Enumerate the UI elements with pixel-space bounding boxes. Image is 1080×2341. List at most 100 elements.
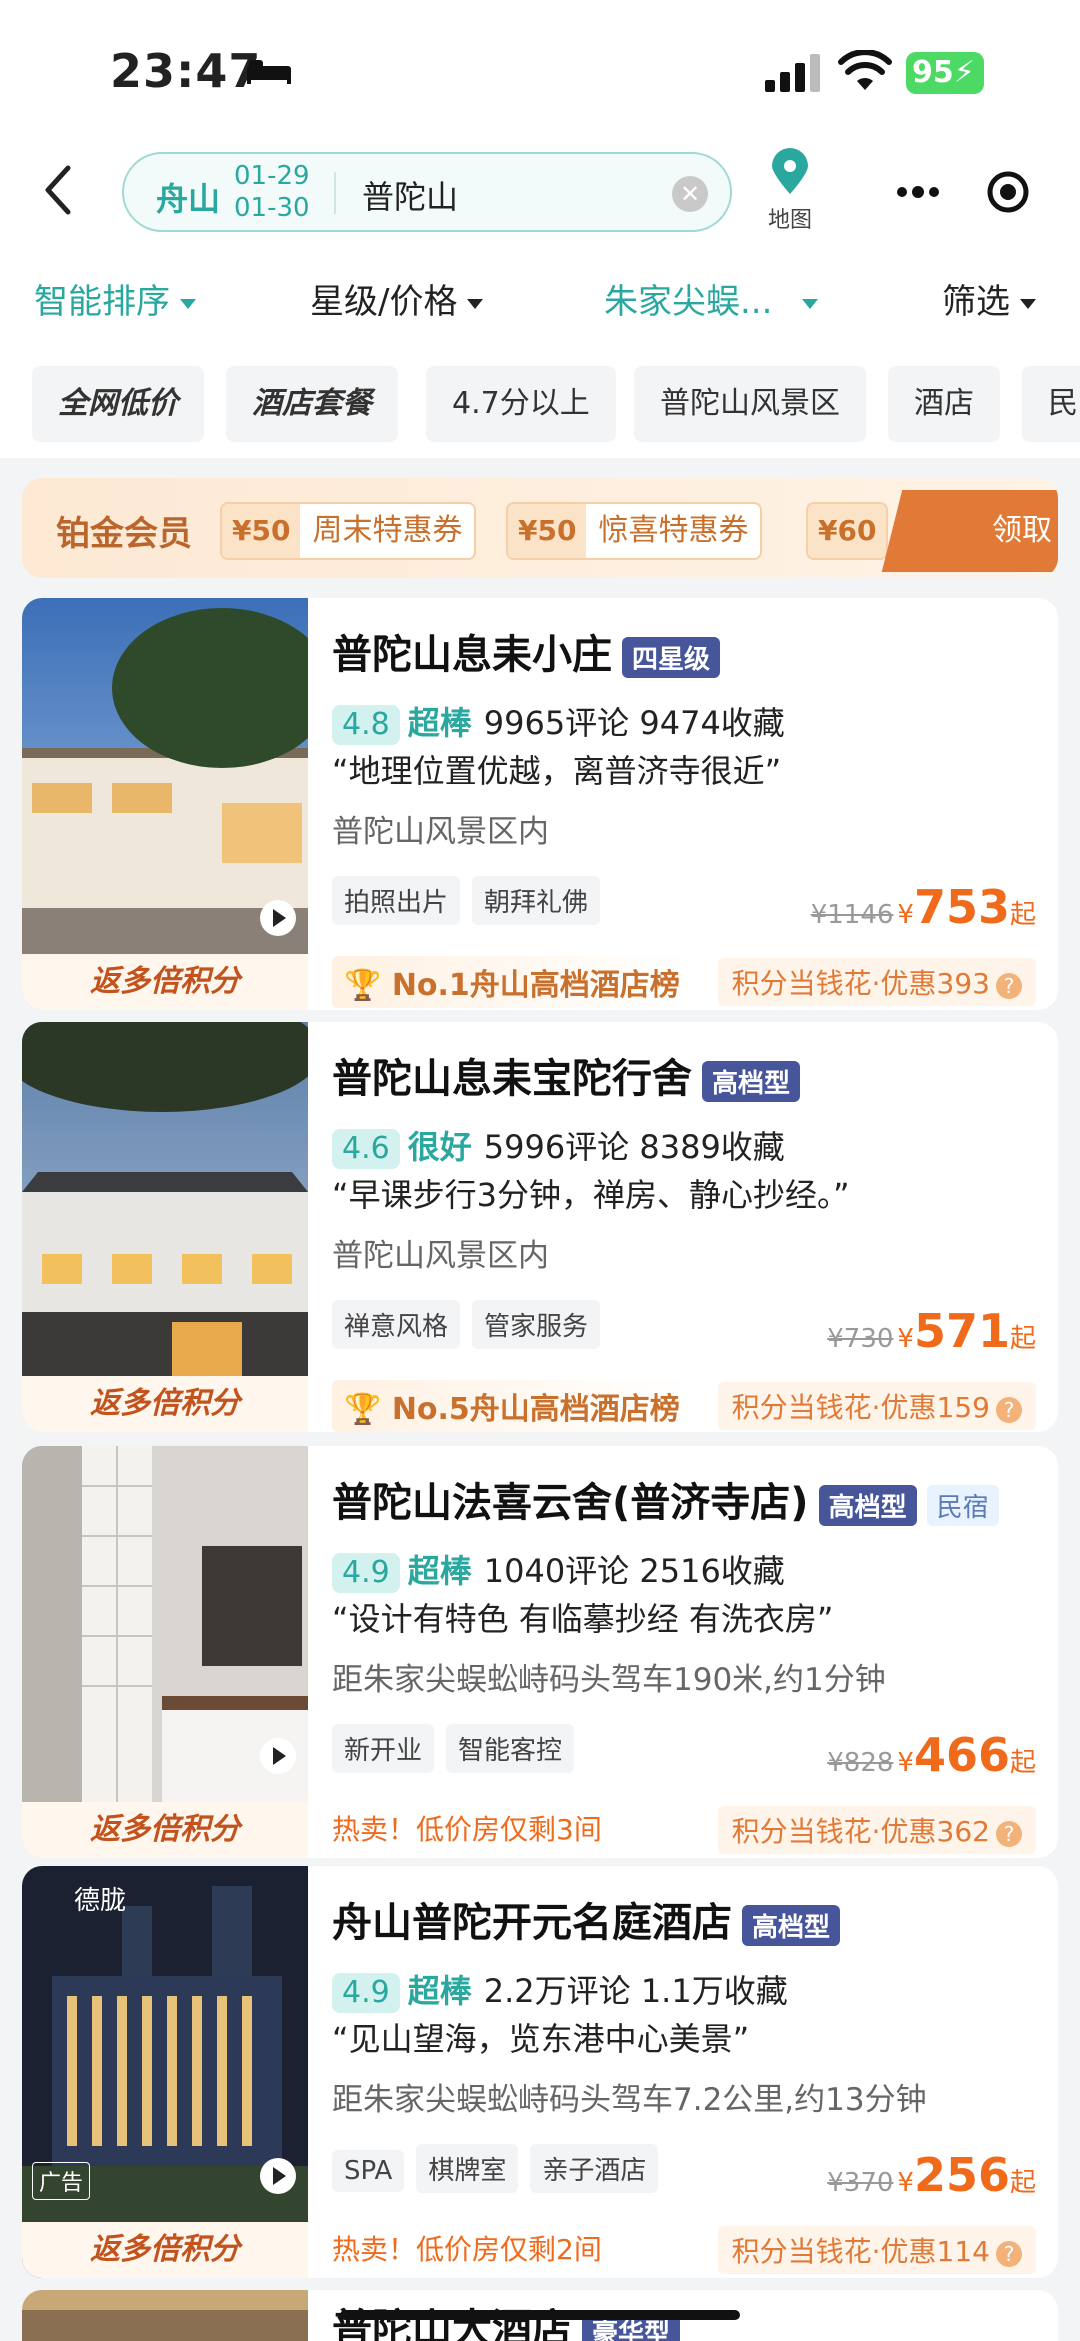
search-bar[interactable]: 舟山 01-29 01-30 普陀山 ✕ — [122, 152, 732, 232]
tag-hotel-package[interactable]: 酒店套餐 — [226, 366, 398, 442]
promo-title: 铂金会员 — [56, 514, 192, 554]
claim-button[interactable]: 领取 > — [881, 490, 1058, 572]
review-quote: “设计有特色 有临摹抄经 有洗衣房” — [332, 1600, 834, 1638]
score-badge: 4.6 — [332, 1129, 400, 1169]
filter-sort[interactable]: 智能排序 — [34, 274, 196, 323]
divider — [334, 172, 336, 214]
tag-homestay[interactable]: 民 — [1022, 366, 1080, 442]
filter-star-price[interactable]: 星级/价格 — [310, 274, 484, 323]
filter-more[interactable]: 筛选 — [942, 274, 1036, 323]
search-header: 舟山 01-29 01-30 普陀山 ✕ 地图 — [0, 140, 1080, 250]
rank-badge: 🏆 No.1舟山高档酒店榜 — [332, 956, 692, 1008]
photo-brand-label: 德胧 — [74, 1886, 127, 1916]
rating-row: 4.8 超棒 9965评论 9474收藏 — [332, 698, 785, 745]
review-quote: “地理位置优越，离普济寺很近” — [332, 752, 782, 790]
hotel-name: 舟山普陀开元名庭酒店 高档型 — [332, 1890, 841, 1948]
price: ¥370 ¥256起 — [827, 2148, 1036, 2202]
help-icon: ? — [996, 1821, 1022, 1847]
score-badge: 4.9 — [332, 1973, 400, 2013]
review-quote: “见山望海，览东港中心美景” — [332, 2020, 750, 2058]
hotel-photo — [22, 1022, 308, 1432]
wifi-icon — [838, 50, 892, 90]
class-badge: 高档型 — [818, 1484, 917, 1526]
low-stock-notice: 热卖！低价房仅剩3间 — [332, 1813, 602, 1846]
feature-chips: SPA 棋牌室 亲子酒店 — [332, 2144, 670, 2193]
feature-chips: 新开业 智能客控 — [332, 1724, 586, 1773]
caret-down-icon — [180, 298, 196, 309]
checkin-date: 01-29 — [234, 161, 310, 191]
cellular-signal-icon — [765, 54, 820, 92]
help-icon: ? — [996, 1397, 1022, 1423]
tag-hotel[interactable]: 酒店 — [888, 366, 1000, 442]
hotel-location: 距朱家尖蜈蚣峙码头驾车190米,约1分钟 — [332, 1662, 886, 1698]
tag-scenic-area[interactable]: 普陀山风景区 — [634, 366, 866, 442]
ad-label: 广告 — [32, 2162, 91, 2200]
coupon-surprise: ¥50 惊喜特惠券 — [506, 502, 763, 560]
hotel-card[interactable]: 返多倍积分 普陀山法喜云舍(普济寺店) 高档型 民宿 4.9 超棒 1040评论 251… — [22, 1446, 1058, 1858]
date-selector[interactable]: 01-29 01-30 — [234, 160, 310, 224]
more-icon[interactable] — [897, 186, 939, 198]
score-badge: 4.8 — [332, 705, 400, 745]
feature-chips: 拍照出片 朝拜礼佛 — [332, 876, 612, 925]
search-input[interactable]: 普陀山 — [362, 172, 458, 218]
member-coupon-banner: 铂金会员 ¥50周末特惠券 ¥50惊喜特惠券 ¥60 领取 > — [22, 478, 1058, 578]
price: ¥1146 ¥753起 — [810, 880, 1036, 934]
multi-points-label: 返多倍积分 — [22, 1802, 308, 1858]
points-discount[interactable]: 积分当钱花·优惠393? — [717, 958, 1036, 1006]
map-button[interactable]: 地图 — [758, 148, 822, 234]
points-discount[interactable]: 积分当钱花·优惠362? — [717, 1806, 1036, 1854]
homestay-badge: 民宿 — [926, 1484, 999, 1526]
close-miniprogram-icon[interactable] — [987, 171, 1029, 213]
hotel-card[interactable]: 返多倍积分 普陀山息耒宝陀行舍 高档型 4.6 很好 5996评论 8389收藏 “早… — [22, 1022, 1058, 1432]
quick-filter-tags: 全网低价 酒店套餐 4.7分以上 普陀山风景区 酒店 民 — [0, 350, 1080, 458]
status-time: 23:47 — [110, 44, 262, 98]
hotel-name: 普陀山法喜云舍(普济寺店) 高档型 民宿 — [332, 1470, 999, 1528]
charging-icon: ⚡ — [953, 55, 975, 90]
checkout-date: 01-30 — [234, 193, 310, 223]
coupon-weekend: ¥50 周末特惠券 — [220, 502, 477, 560]
sleep-focus-icon — [247, 60, 291, 84]
mini-program-capsule — [897, 171, 1029, 213]
hotel-photo — [22, 598, 308, 1010]
caret-down-icon — [467, 298, 484, 309]
map-label: 地图 — [767, 208, 812, 233]
filter-location[interactable]: 朱家尖蜈... — [604, 274, 819, 323]
price: ¥828 ¥466起 — [827, 1728, 1036, 1782]
rank-badge: 🏆 No.5舟山高档酒店榜 — [332, 1380, 692, 1432]
price: ¥730 ¥571起 — [827, 1304, 1036, 1358]
score-badge: 4.9 — [332, 1553, 400, 1593]
tag-lowest-price[interactable]: 全网低价 — [32, 366, 204, 442]
hotel-card[interactable]: 德胧 广告 返多倍积分 舟山普陀开元名庭酒店 高档型 4.9 超棒 2.2万评论 1.… — [22, 1866, 1058, 2278]
coupon-third: ¥60 — [806, 502, 889, 560]
hotel-name: 普陀山息耒宝陀行舍 高档型 — [332, 1046, 801, 1104]
review-quote: “早课步行3分钟，禅房、静心抄经。” — [332, 1176, 850, 1214]
hotel-photo — [22, 1866, 308, 2278]
low-stock-notice: 热卖！低价房仅剩2间 — [332, 2233, 602, 2266]
multi-points-label: 返多倍积分 — [22, 1376, 308, 1432]
trophy-icon: 🏆 — [344, 968, 382, 1003]
back-arrow-icon[interactable] — [38, 160, 78, 220]
class-badge: 高档型 — [742, 1904, 841, 1946]
tag-rating-47[interactable]: 4.7分以上 — [426, 366, 616, 442]
hotel-location: 普陀山风景区内 — [332, 814, 549, 850]
video-play-icon[interactable] — [260, 1738, 296, 1774]
clear-icon[interactable]: ✕ — [672, 176, 708, 212]
rating-row: 4.6 很好 5996评论 8389收藏 — [332, 1122, 785, 1169]
hotel-photo — [22, 2290, 308, 2341]
hotel-location: 距朱家尖蜈蚣峙码头驾车7.2公里,约13分钟 — [332, 2082, 927, 2118]
rating-row: 4.9 超棒 2.2万评论 1.1万收藏 — [332, 1966, 788, 2013]
hotel-card[interactable]: 返多倍积分 普陀山息耒小庄 四星级 4.8 超棒 9965评论 9474收藏 “地理位… — [22, 598, 1058, 1010]
video-play-icon[interactable] — [260, 2158, 296, 2194]
home-indicator — [340, 2310, 740, 2320]
points-discount[interactable]: 积分当钱花·优惠114? — [717, 2226, 1036, 2274]
feature-chips: 禅意风格 管家服务 — [332, 1300, 612, 1349]
caret-down-icon — [802, 298, 819, 309]
city-selector[interactable]: 舟山 — [156, 174, 220, 220]
video-play-icon[interactable] — [260, 900, 296, 936]
trophy-icon: 🏆 — [344, 1392, 382, 1427]
caret-down-icon — [1020, 298, 1036, 309]
points-discount[interactable]: 积分当钱花·优惠159? — [717, 1382, 1036, 1430]
star-badge: 四星级 — [622, 636, 721, 678]
help-icon: ? — [996, 2241, 1022, 2267]
hotel-name: 普陀山息耒小庄 四星级 — [332, 622, 721, 680]
